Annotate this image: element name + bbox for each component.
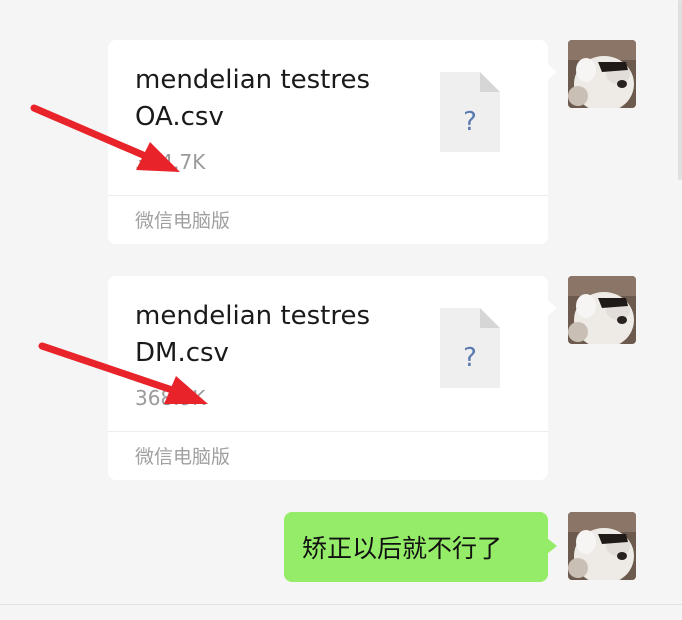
sent-text-bubble[interactable]: 矫正以后就不行了 — [284, 512, 557, 582]
file-message-card[interactable]: mendelian testres OA.csv 394.7K ? 微信电脑版 — [108, 40, 557, 244]
file-message-card[interactable]: mendelian testres DM.csv 368.9K ? 微信电脑版 — [108, 276, 557, 480]
dog-avatar-icon — [568, 512, 636, 580]
avatar[interactable] — [568, 512, 636, 580]
file-size: 394.7K — [135, 150, 206, 174]
message-text: 矫正以后就不行了 — [302, 534, 503, 563]
avatar[interactable] — [568, 40, 636, 108]
card-divider — [108, 195, 548, 196]
dog-avatar-icon — [568, 276, 636, 344]
file-size: 368.9K — [135, 386, 206, 410]
svg-text:?: ? — [463, 107, 477, 137]
file-name: mendelian testres DM.csv — [135, 301, 371, 368]
dog-avatar-icon — [568, 40, 636, 108]
source-label: 微信电脑版 — [135, 210, 231, 232]
unknown-file-icon: ? — [440, 72, 500, 152]
svg-text:?: ? — [463, 343, 477, 373]
scrollbar[interactable] — [678, 0, 682, 180]
file-name: mendelian testres OA.csv — [135, 65, 371, 132]
input-area-divider — [0, 604, 682, 605]
card-divider — [108, 431, 548, 432]
avatar[interactable] — [568, 276, 636, 344]
source-label: 微信电脑版 — [135, 446, 231, 468]
unknown-file-icon: ? — [440, 308, 500, 388]
